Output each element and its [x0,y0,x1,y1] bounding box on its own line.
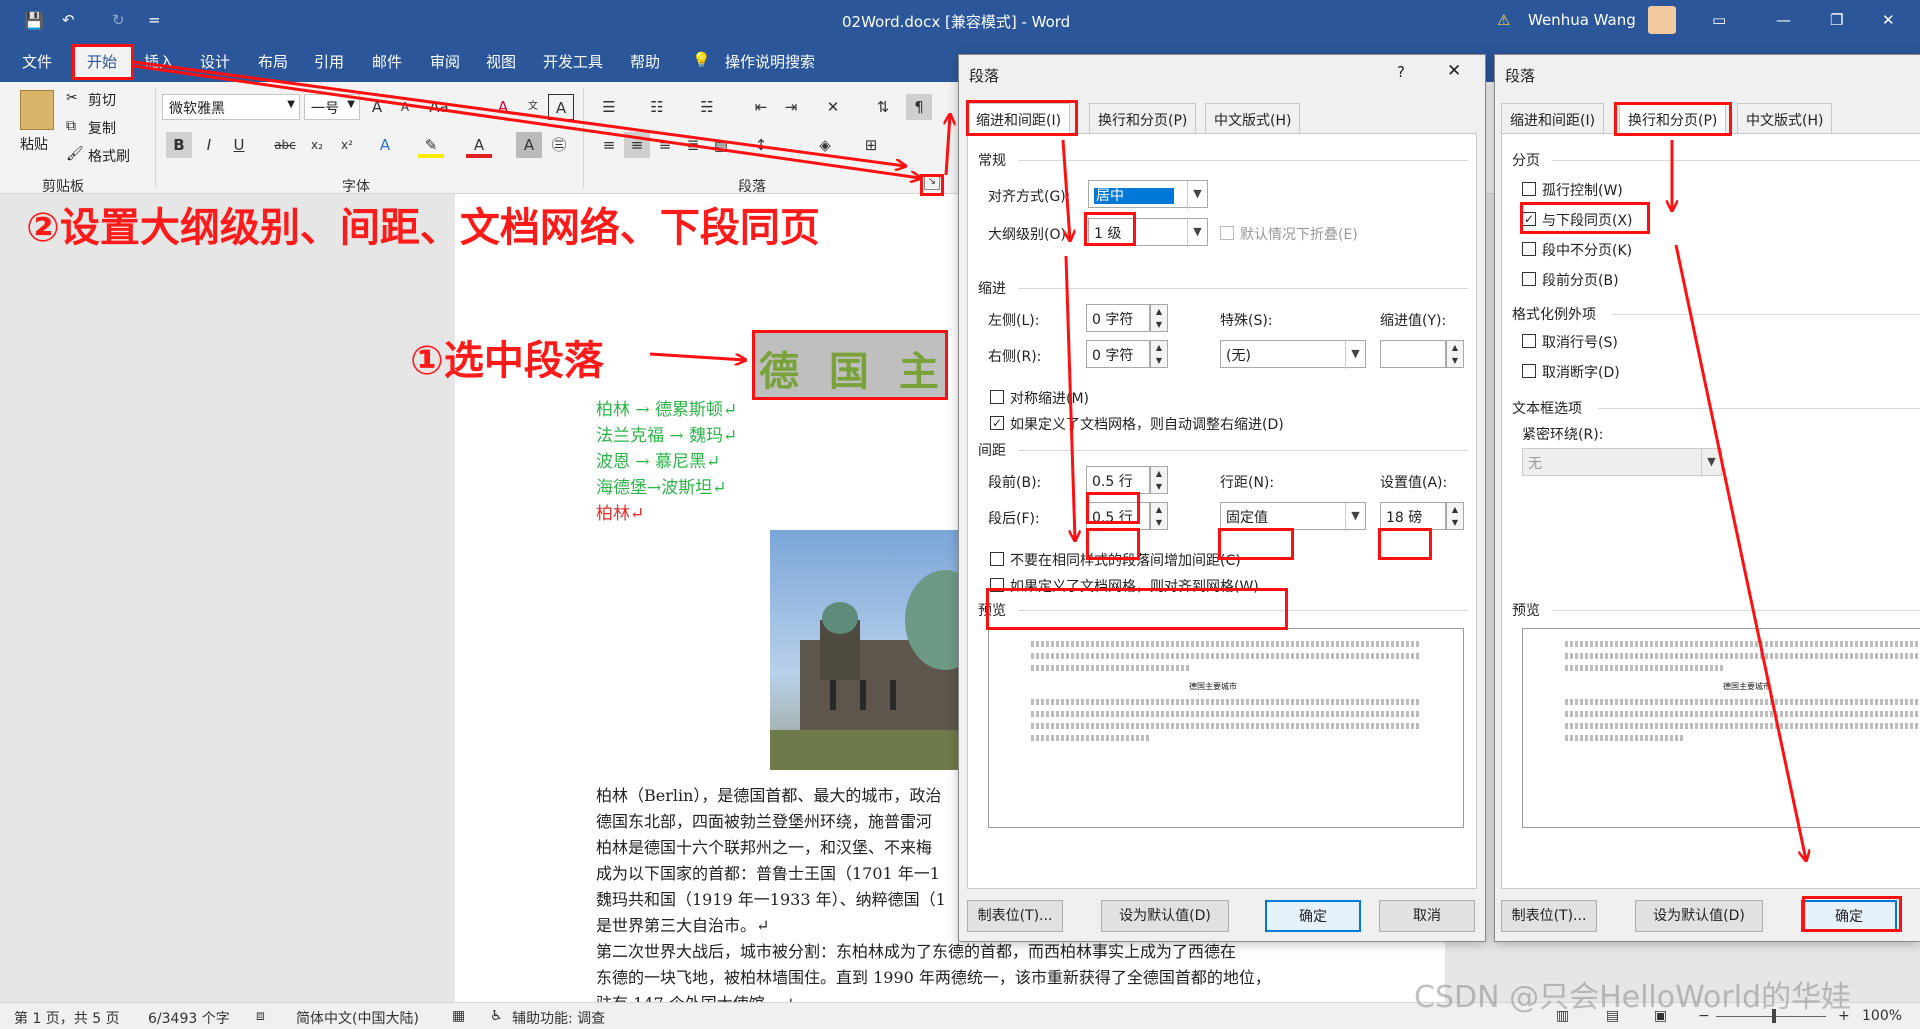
arrow [133,60,905,166]
watermark: CSDN @只会HelloWorld的华娃 [1414,980,1852,1015]
arrow [649,352,745,360]
arrow [1674,244,1806,860]
arrow [133,64,920,178]
arrow [1064,255,1075,540]
annotation-arrows [133,60,1920,1029]
arrow [946,115,950,176]
arrow [1061,139,1070,240]
